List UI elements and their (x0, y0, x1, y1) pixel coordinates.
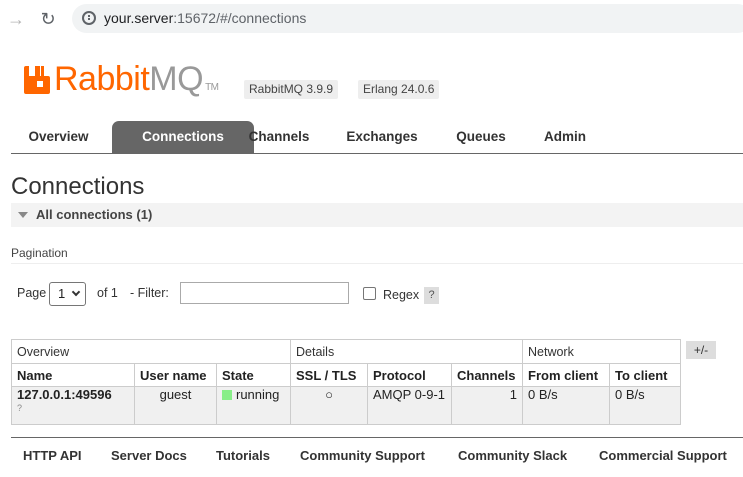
footer-link-server-docs[interactable]: Server Docs (111, 448, 187, 463)
tab-queues[interactable]: Queues (445, 121, 517, 153)
regex-checkbox[interactable] (363, 287, 376, 300)
column-group-overview: Overview (11, 339, 291, 364)
column-header-name[interactable]: Name (11, 363, 135, 387)
column-header-channels[interactable]: Channels (451, 363, 523, 387)
tab-channels[interactable]: Channels (239, 121, 319, 153)
footer-link-tutorials[interactable]: Tutorials (216, 448, 270, 463)
regex-label: Regex (383, 288, 420, 302)
running-status-icon (222, 390, 232, 400)
address-bar[interactable]: your.server:15672/#/connections (72, 4, 743, 33)
footer-link-community-slack[interactable]: Community Slack (458, 448, 567, 463)
connection-client-name: ? (17, 403, 23, 413)
to-client-cell: 0 B/s (609, 386, 681, 425)
logo-wordmark: RabbitMQ TM (54, 60, 219, 98)
rabbitmq-logo-icon (24, 66, 50, 94)
rabbitmq-version-badge: RabbitMQ 3.9.9 (244, 80, 339, 99)
tab-admin[interactable]: Admin (531, 121, 599, 153)
filter-label: - Filter: (130, 286, 169, 300)
browser-toolbar: → ↻ your.server:15672/#/connections (0, 0, 743, 37)
column-header-ssl-tls[interactable]: SSL / TLS (290, 363, 368, 387)
url-text: your.server:15672/#/connections (104, 10, 307, 26)
connection-name-cell[interactable]: 127.0.0.1:49596 ? (11, 386, 135, 425)
regex-help-button[interactable]: ? (424, 287, 439, 304)
section-title: All connections (1) (36, 207, 153, 222)
footer-divider (11, 437, 743, 438)
connection-name-link[interactable]: 127.0.0.1:49596 (17, 387, 112, 402)
page-label: Page (17, 286, 47, 300)
state-text: running (236, 387, 280, 402)
all-connections-section-toggle[interactable]: All connections (1) (11, 203, 743, 227)
table-row: 127.0.0.1:49596 ? guest running ○ AMQP 0… (11, 386, 681, 425)
tab-connections[interactable]: Connections (112, 121, 254, 153)
collapse-triangle-icon (18, 212, 28, 218)
page-title: Connections (11, 173, 145, 200)
site-info-icon[interactable] (82, 11, 96, 25)
main-tabs: Overview Connections Channels Exchanges … (11, 121, 743, 154)
erlang-version-badge: Erlang 24.0.6 (358, 80, 440, 99)
column-header-state[interactable]: State (216, 363, 291, 387)
protocol-cell: AMQP 0-9-1 (367, 386, 452, 425)
divider (11, 263, 743, 264)
footer-link-commercial-support[interactable]: Commercial Support (599, 448, 727, 463)
page-select-value: 1 (58, 286, 66, 301)
column-header-from-client[interactable]: From client (522, 363, 610, 387)
tab-overview[interactable]: Overview (11, 121, 106, 153)
column-header-user-name[interactable]: User name (134, 363, 217, 387)
column-header-to-client[interactable]: To client (609, 363, 681, 387)
filter-input[interactable] (180, 282, 349, 304)
footer-link-http-api[interactable]: HTTP API (23, 448, 82, 463)
chevron-down-icon (71, 287, 81, 297)
user-name-cell: guest (134, 386, 217, 425)
back-arrow-icon[interactable]: → (6, 9, 26, 29)
channels-cell: 1 (451, 386, 523, 425)
reload-icon[interactable]: ↻ (38, 9, 58, 29)
column-group-network: Network (522, 339, 681, 364)
from-client-cell: 0 B/s (522, 386, 610, 425)
page-count-label: of 1 (97, 286, 118, 300)
state-cell: running (216, 386, 291, 425)
tab-exchanges[interactable]: Exchanges (337, 121, 427, 153)
column-header-protocol[interactable]: Protocol (367, 363, 452, 387)
ssl-cell: ○ (290, 386, 368, 425)
connections-table: Overview Details Network Name User name … (11, 339, 681, 425)
pagination-label: Pagination (11, 246, 68, 260)
page-select[interactable]: 1 (49, 282, 86, 306)
toggle-columns-button[interactable]: +/- (686, 341, 716, 359)
footer-link-community-support[interactable]: Community Support (300, 448, 425, 463)
column-group-details: Details (290, 339, 523, 364)
